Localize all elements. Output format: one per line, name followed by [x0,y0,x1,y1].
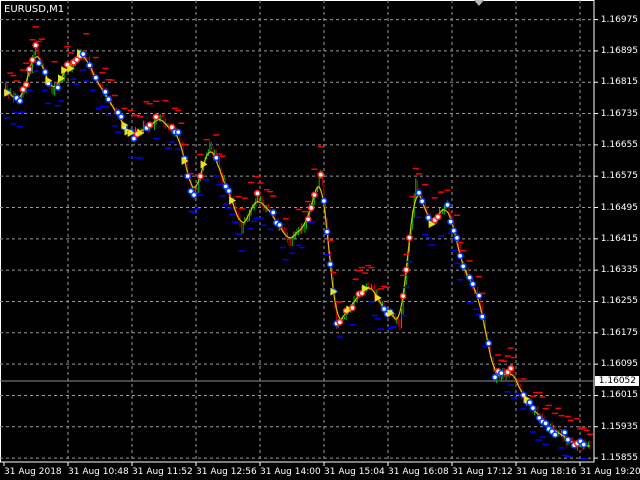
chart-window[interactable]: EURUSD,M1 1.16975 1.16895 1.16815 1.16735 1.… [0,0,640,480]
signal-dot-marker [35,59,43,67]
price-tick-label: 1.15935 [600,421,638,432]
signal-dot-marker [92,74,100,82]
signal-dot-marker [450,227,458,235]
signal-dot-marker [304,215,312,223]
signal-dot-marker [497,369,505,377]
price-tick-label: 1.16815 [600,77,638,88]
signal-dot-marker [41,68,49,76]
signal-dot-marker [415,189,423,197]
signal-dot-marker [25,65,33,73]
price-tick-label: 1.16255 [600,296,638,307]
signal-dot-marker [190,191,198,199]
current-price-label: 1.16052 [595,375,639,386]
signal-dot-marker [418,197,426,205]
signal-dot-marker [276,221,283,229]
signal-dot-marker [485,339,493,347]
price-tick-label: 1.16735 [600,108,638,119]
signal-dot-marker [580,441,588,448]
price-tick-label: 1.15855 [600,453,638,464]
signal-dot-marker [434,213,442,221]
signal-dot-marker [551,431,559,439]
signal-dot-marker [152,113,160,121]
signal-dot-marker [317,171,325,179]
price-tick-label: 1.16575 [600,171,638,182]
signal-dot-marker [320,197,328,205]
moving-average-line [3,55,591,447]
signal-dot-marker [402,266,410,274]
price-tick-label: 1.16095 [600,359,638,370]
price-tick-label: 1.16495 [600,202,638,213]
price-tick-label: 1.16895 [600,45,638,56]
time-tick-label: 31 Aug 12:56 [196,467,257,477]
signal-dot-marker [447,218,455,226]
signal-dot-marker [54,84,62,91]
signal-dot-marker [311,191,318,199]
signal-dot-marker [399,292,407,300]
signal-dot-marker [564,436,572,444]
signal-dot-marker [469,280,477,288]
time-tick-label: 31 Aug 16:08 [388,467,449,477]
time-tick-label: 31 Aug 14:00 [260,467,321,477]
time-tick-label: 31 Aug 2018 [4,467,62,477]
signal-dot-marker [16,97,24,105]
signal-dot-marker [406,234,413,242]
signal-dot-marker [79,50,87,58]
price-tick-label: 1.16335 [600,265,638,276]
signal-dot-marker [86,61,93,69]
time-tick-label: 31 Aug 17:12 [452,467,513,477]
signal-dot-marker [444,201,451,209]
signal-dot-marker [326,260,334,268]
time-tick-label: 31 Aug 19:20 [580,467,640,477]
signal-dot-marker [105,95,112,103]
signal-dot-marker [561,428,569,436]
signal-dot-marker [459,262,467,270]
signal-dot-marker [117,113,125,121]
price-tick-label: 1.16415 [600,233,638,244]
signal-dot-marker [146,121,154,129]
signal-dot-marker [196,172,204,180]
signal-dot-marker [254,189,261,197]
signal-dot-marker [32,41,40,49]
signal-dot-marker [425,214,432,222]
price-chart-plot[interactable] [0,0,640,480]
price-scale[interactable]: 1.16975 1.16895 1.16815 1.16735 1.16655 1.165… [594,0,640,464]
time-tick-label: 31 Aug 10:48 [68,467,129,477]
signal-dot-marker [529,404,537,412]
signal-dot-marker [466,274,474,281]
signal-dot-marker [22,81,30,89]
price-tick-label: 1.16655 [600,139,638,150]
signal-dot-marker [507,364,515,372]
time-tick-label: 31 Aug 15:04 [324,467,385,477]
time-tick-label: 31 Aug 18:16 [516,467,577,477]
signal-dot-marker [380,305,388,313]
price-tick-label: 1.16175 [600,327,638,338]
signal-dot-marker [29,56,36,64]
signal-dot-marker [323,228,331,236]
signal-dot-marker [491,373,499,381]
time-tick-label: 31 Aug 11:52 [132,467,193,477]
signal-dot-marker [225,187,233,195]
signal-dot-marker [456,252,464,260]
signal-dot-marker [349,304,356,312]
signal-dot-marker [478,313,486,320]
signal-dot-marker [542,419,550,427]
signal-dot-marker [269,209,277,216]
signal-dot-marker [174,128,182,136]
signal-dot-marker [526,398,534,406]
price-tick-label: 1.16015 [600,390,638,401]
signal-dot-marker [336,318,344,326]
signal-dot-marker [101,88,109,96]
price-tick-label: 1.16975 [600,14,638,25]
signal-dot-marker [212,154,220,162]
symbol-timeframe-label: EURUSD,M1 [4,4,65,15]
signal-dot-marker [453,234,461,242]
signal-dot-marker [307,204,315,212]
chart-shift-marker-icon[interactable] [474,0,484,6]
time-scale[interactable]: 31 Aug 2018 31 Aug 10:48 31 Aug 11:52 31 Au… [0,462,640,480]
